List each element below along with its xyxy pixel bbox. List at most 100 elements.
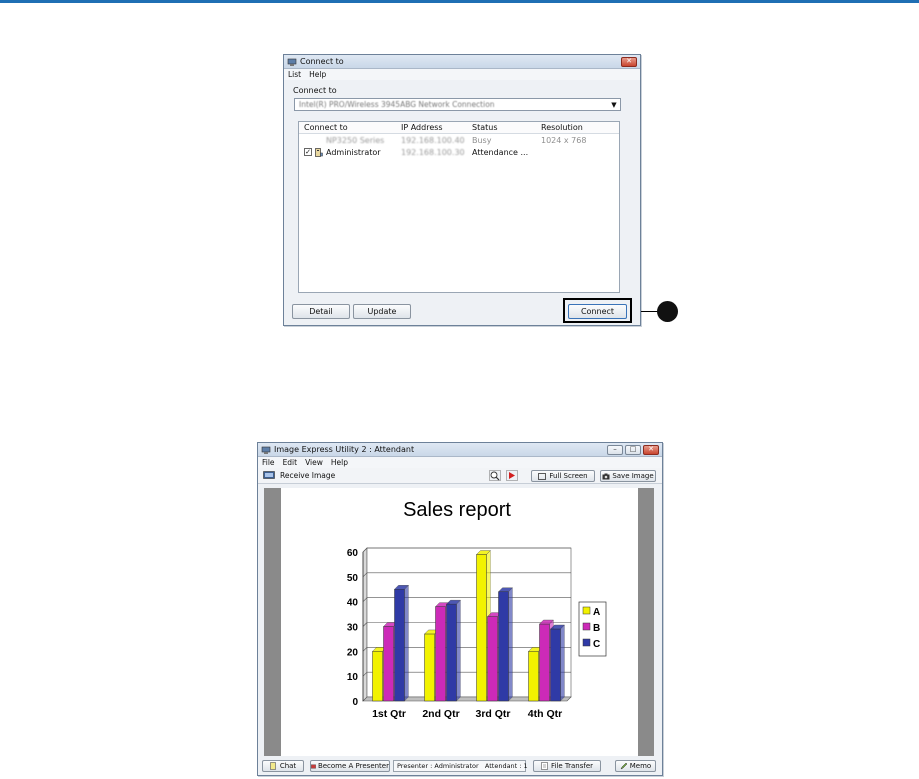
update-button[interactable]: Update [353,304,411,319]
app-menubar: File Edit View Help [258,457,662,468]
row-resolution: 1024 x 768 [541,135,587,145]
bar [372,651,383,702]
memo-button[interactable]: Memo [615,760,656,772]
app-title: Image Express Utility 2 : Attendant [274,445,415,454]
legend-label: C [593,639,600,650]
menu-view[interactable]: View [305,458,323,467]
bar [446,603,457,702]
legend-label: B [593,623,600,634]
status-bar: Chat Become A Presenter Presenter : Admi… [258,760,662,774]
zoom-icon[interactable] [489,470,501,481]
received-image: Sales report 0 10 20 30 40 50 60 1st Qtr 2nd Qtr… [281,488,638,756]
connect-dialog: Connect to ✕ List Help Connect to Intel(… [283,54,641,326]
bar [528,651,539,702]
file-transfer-button[interactable]: File Transfer [533,760,601,772]
app-toolbar: Receive Image Full Screen Save Image [258,468,662,484]
legend-swatch [582,606,591,615]
col-ip-address[interactable]: IP Address [401,123,472,132]
legend-label: A [593,607,600,618]
bar-side [508,587,513,702]
bar [424,633,435,702]
full-screen-icon [538,472,547,480]
projector-list[interactable]: Connect to IP Address Status Resolution … [298,121,620,293]
receive-image-label: Receive Image [280,471,336,480]
bar [498,591,509,702]
computer-icon [315,147,323,157]
callout-marker [657,301,678,322]
maximize-button[interactable]: □ [625,444,641,455]
dialog-titlebar: Connect to ✕ [284,55,640,69]
col-connect-to[interactable]: Connect to [299,123,401,132]
menu-help[interactable]: Help [309,70,326,79]
menu-file[interactable]: File [262,458,275,467]
y-tick-label: 60 [347,548,359,559]
menu-edit[interactable]: Edit [283,458,298,467]
legend-swatch [582,638,591,647]
bar [435,606,446,702]
app-icon [261,446,271,454]
bar [383,626,394,702]
list-row[interactable]: NP3250 Series 192.168.100.40 Busy 1024 x… [299,134,619,146]
bar-side [404,584,409,702]
camera-icon [602,473,610,479]
row-ip: 192.168.100.40 [401,135,465,145]
pencil-icon [620,762,628,770]
connect-highlight-box [563,298,632,323]
x-tick-label: 3rd Qtr [475,708,510,720]
close-button[interactable]: ✕ [643,444,659,455]
memo-label: Memo [629,762,652,770]
x-tick-label: 1st Qtr [372,708,406,720]
minimize-button[interactable]: – [607,444,623,455]
full-screen-label: Full Screen [549,472,588,480]
top-rule [0,0,919,3]
chat-label: Chat [279,762,297,770]
save-image-label: Save Image [612,472,654,480]
chat-icon [270,762,276,770]
chat-button[interactable]: Chat [262,760,304,772]
file-transfer-label: File Transfer [550,762,594,770]
y-tick-label: 30 [347,623,359,634]
become-presenter-label: Become A Presenter [317,762,389,770]
close-button[interactable]: ✕ [621,56,637,67]
adapter-value: Intel(R) PRO/Wireless 3945ABG Network Co… [299,100,495,109]
y-tick-label: 10 [347,672,359,683]
become-presenter-button[interactable]: Become A Presenter [310,760,390,772]
bar [487,616,498,702]
x-tick-label: 4th Qtr [528,708,562,720]
bar [476,554,487,702]
save-image-button[interactable]: Save Image [600,470,656,482]
checkbox[interactable]: ✓ [304,148,312,156]
bar [539,623,550,702]
chart-title: Sales report [403,499,511,521]
image-express-window: Image Express Utility 2 : Attendant – □ … [257,442,663,776]
full-screen-button[interactable]: Full Screen [531,470,595,482]
row-status: Busy [472,135,492,145]
adapter-select[interactable]: Intel(R) PRO/Wireless 3945ABG Network Co… [294,98,621,111]
x-tick-label: 2nd Qtr [422,708,459,720]
detail-button[interactable]: Detail [292,304,350,319]
row-name: Administrator [326,147,381,157]
presenter-info: Presenter : Administrator Attendant : 1 [393,760,528,772]
row-name: NP3250 Series [326,135,385,145]
y-tick-label: 0 [352,697,358,708]
menu-help[interactable]: Help [331,458,348,467]
pointer-icon[interactable] [506,470,518,481]
list-row[interactable]: ✓ Administrator 192.168.100.30 Attendanc… [299,146,619,158]
y-tick-label: 40 [347,598,359,609]
bar-side [560,624,565,702]
col-resolution[interactable]: Resolution [541,123,611,132]
dialog-title: Connect to [300,57,344,66]
menu-list[interactable]: List [288,70,301,79]
sales-chart: Sales report 0 10 20 30 40 50 60 1st Qtr 2nd Qtr… [347,499,607,720]
row-status: Attendance ... [472,147,529,157]
col-status[interactable]: Status [472,123,541,132]
legend-swatch [582,622,591,631]
bar [394,589,405,702]
chevron-down-icon[interactable]: ▼ [608,101,620,109]
row-ip: 192.168.100.30 [401,147,465,157]
monitor-icon [263,471,275,479]
bar [550,628,561,702]
received-image-area: Sales report 0 10 20 30 40 50 60 1st Qtr 2nd Qtr… [264,488,654,756]
dialog-menubar: List Help [284,69,640,80]
y-tick-label: 20 [347,647,359,658]
